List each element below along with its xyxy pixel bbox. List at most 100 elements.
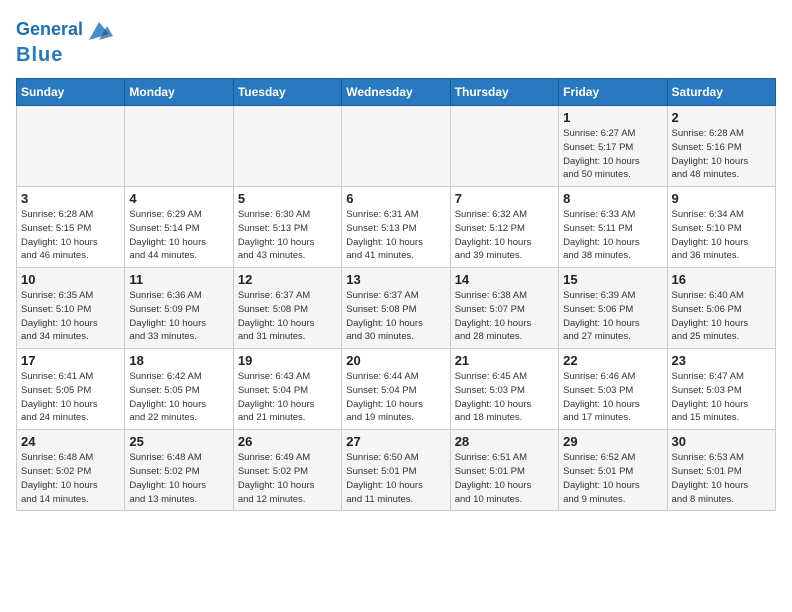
day-info: Sunrise: 6:48 AMSunset: 5:02 PMDaylight:… — [129, 451, 228, 506]
day-number: 3 — [21, 191, 120, 206]
day-number: 29 — [563, 434, 662, 449]
day-info: Sunrise: 6:27 AMSunset: 5:17 PMDaylight:… — [563, 127, 662, 182]
day-info: Sunrise: 6:28 AMSunset: 5:16 PMDaylight:… — [672, 127, 771, 182]
calendar-cell: 21 Sunrise: 6:45 AMSunset: 5:03 PMDayligh… — [450, 349, 558, 430]
calendar-week-4: 17 Sunrise: 6:41 AMSunset: 5:05 PMDayligh… — [17, 349, 776, 430]
day-number: 21 — [455, 353, 554, 368]
day-number: 20 — [346, 353, 445, 368]
calendar-cell: 14 Sunrise: 6:38 AMSunset: 5:07 PMDayligh… — [450, 268, 558, 349]
day-number: 4 — [129, 191, 228, 206]
day-number: 27 — [346, 434, 445, 449]
day-info: Sunrise: 6:52 AMSunset: 5:01 PMDaylight:… — [563, 451, 662, 506]
calendar-cell: 13 Sunrise: 6:37 AMSunset: 5:08 PMDayligh… — [342, 268, 450, 349]
calendar-header: SundayMondayTuesdayWednesdayThursdayFrid… — [17, 79, 776, 106]
day-info: Sunrise: 6:36 AMSunset: 5:09 PMDaylight:… — [129, 289, 228, 344]
day-info: Sunrise: 6:28 AMSunset: 5:15 PMDaylight:… — [21, 208, 120, 263]
day-info: Sunrise: 6:38 AMSunset: 5:07 PMDaylight:… — [455, 289, 554, 344]
day-number: 1 — [563, 110, 662, 125]
day-number: 22 — [563, 353, 662, 368]
calendar-cell: 28 Sunrise: 6:51 AMSunset: 5:01 PMDayligh… — [450, 430, 558, 511]
day-number: 23 — [672, 353, 771, 368]
day-info: Sunrise: 6:30 AMSunset: 5:13 PMDaylight:… — [238, 208, 337, 263]
calendar-cell: 24 Sunrise: 6:48 AMSunset: 5:02 PMDayligh… — [17, 430, 125, 511]
day-number: 9 — [672, 191, 771, 206]
calendar-cell — [342, 106, 450, 187]
logo-text-blue: Blue — [16, 44, 63, 66]
day-info: Sunrise: 6:31 AMSunset: 5:13 PMDaylight:… — [346, 208, 445, 263]
calendar-week-5: 24 Sunrise: 6:48 AMSunset: 5:02 PMDayligh… — [17, 430, 776, 511]
calendar-cell — [233, 106, 341, 187]
calendar-cell: 5 Sunrise: 6:30 AMSunset: 5:13 PMDaylight… — [233, 187, 341, 268]
calendar-cell: 29 Sunrise: 6:52 AMSunset: 5:01 PMDayligh… — [559, 430, 667, 511]
page-header: General Blue — [16, 16, 776, 66]
day-number: 18 — [129, 353, 228, 368]
calendar-cell: 2Sunrise: 6:28 AMSunset: 5:16 PMDaylight… — [667, 106, 775, 187]
day-number: 15 — [563, 272, 662, 287]
day-number: 14 — [455, 272, 554, 287]
logo: General Blue — [16, 16, 113, 66]
calendar-cell: 17 Sunrise: 6:41 AMSunset: 5:05 PMDayligh… — [17, 349, 125, 430]
day-info: Sunrise: 6:53 AMSunset: 5:01 PMDaylight:… — [672, 451, 771, 506]
day-info: Sunrise: 6:37 AMSunset: 5:08 PMDaylight:… — [346, 289, 445, 344]
calendar-cell: 8 Sunrise: 6:33 AMSunset: 5:11 PMDaylight… — [559, 187, 667, 268]
calendar-cell: 9 Sunrise: 6:34 AMSunset: 5:10 PMDaylight… — [667, 187, 775, 268]
day-info: Sunrise: 6:45 AMSunset: 5:03 PMDaylight:… — [455, 370, 554, 425]
day-header-saturday: Saturday — [667, 79, 775, 106]
calendar-cell: 27 Sunrise: 6:50 AMSunset: 5:01 PMDayligh… — [342, 430, 450, 511]
calendar-cell — [17, 106, 125, 187]
calendar-week-3: 10Sunrise: 6:35 AMSunset: 5:10 PMDayligh… — [17, 268, 776, 349]
day-info: Sunrise: 6:32 AMSunset: 5:12 PMDaylight:… — [455, 208, 554, 263]
calendar-cell: 22Sunrise: 6:46 AMSunset: 5:03 PMDayligh… — [559, 349, 667, 430]
day-number: 11 — [129, 272, 228, 287]
calendar-cell — [450, 106, 558, 187]
day-header-monday: Monday — [125, 79, 233, 106]
day-info: Sunrise: 6:51 AMSunset: 5:01 PMDaylight:… — [455, 451, 554, 506]
day-info: Sunrise: 6:34 AMSunset: 5:10 PMDaylight:… — [672, 208, 771, 263]
day-info: Sunrise: 6:33 AMSunset: 5:11 PMDaylight:… — [563, 208, 662, 263]
calendar-cell: 4 Sunrise: 6:29 AMSunset: 5:14 PMDaylight… — [125, 187, 233, 268]
day-number: 13 — [346, 272, 445, 287]
day-number: 16 — [672, 272, 771, 287]
day-header-tuesday: Tuesday — [233, 79, 341, 106]
day-number: 10 — [21, 272, 120, 287]
day-info: Sunrise: 6:41 AMSunset: 5:05 PMDaylight:… — [21, 370, 120, 425]
day-header-wednesday: Wednesday — [342, 79, 450, 106]
day-number: 17 — [21, 353, 120, 368]
day-info: Sunrise: 6:50 AMSunset: 5:01 PMDaylight:… — [346, 451, 445, 506]
calendar-table: SundayMondayTuesdayWednesdayThursdayFrid… — [16, 78, 776, 511]
day-number: 25 — [129, 434, 228, 449]
day-info: Sunrise: 6:42 AMSunset: 5:05 PMDaylight:… — [129, 370, 228, 425]
calendar-cell: 23 Sunrise: 6:47 AMSunset: 5:03 PMDayligh… — [667, 349, 775, 430]
day-info: Sunrise: 6:47 AMSunset: 5:03 PMDaylight:… — [672, 370, 771, 425]
calendar-week-1: 1 Sunrise: 6:27 AMSunset: 5:17 PMDaylight… — [17, 106, 776, 187]
day-number: 8 — [563, 191, 662, 206]
calendar-cell: 3 Sunrise: 6:28 AMSunset: 5:15 PMDaylight… — [17, 187, 125, 268]
day-header-friday: Friday — [559, 79, 667, 106]
day-info: Sunrise: 6:37 AMSunset: 5:08 PMDaylight:… — [238, 289, 337, 344]
calendar-cell: 10Sunrise: 6:35 AMSunset: 5:10 PMDayligh… — [17, 268, 125, 349]
calendar-cell: 11 Sunrise: 6:36 AMSunset: 5:09 PMDayligh… — [125, 268, 233, 349]
day-number: 26 — [238, 434, 337, 449]
logo-icon — [85, 16, 113, 44]
day-number: 28 — [455, 434, 554, 449]
logo-text-general: General — [16, 20, 83, 40]
day-number: 30 — [672, 434, 771, 449]
calendar-cell: 16 Sunrise: 6:40 AMSunset: 5:06 PMDayligh… — [667, 268, 775, 349]
day-info: Sunrise: 6:49 AMSunset: 5:02 PMDaylight:… — [238, 451, 337, 506]
calendar-cell: 12Sunrise: 6:37 AMSunset: 5:08 PMDayligh… — [233, 268, 341, 349]
calendar-cell: 20 Sunrise: 6:44 AMSunset: 5:04 PMDayligh… — [342, 349, 450, 430]
day-info: Sunrise: 6:40 AMSunset: 5:06 PMDaylight:… — [672, 289, 771, 344]
calendar-cell: 6 Sunrise: 6:31 AMSunset: 5:13 PMDaylight… — [342, 187, 450, 268]
calendar-cell: 18 Sunrise: 6:42 AMSunset: 5:05 PMDayligh… — [125, 349, 233, 430]
day-info: Sunrise: 6:29 AMSunset: 5:14 PMDaylight:… — [129, 208, 228, 263]
day-info: Sunrise: 6:44 AMSunset: 5:04 PMDaylight:… — [346, 370, 445, 425]
day-info: Sunrise: 6:39 AMSunset: 5:06 PMDaylight:… — [563, 289, 662, 344]
day-number: 6 — [346, 191, 445, 206]
calendar-cell: 15 Sunrise: 6:39 AMSunset: 5:06 PMDayligh… — [559, 268, 667, 349]
day-number: 5 — [238, 191, 337, 206]
day-number: 24 — [21, 434, 120, 449]
day-info: Sunrise: 6:43 AMSunset: 5:04 PMDaylight:… — [238, 370, 337, 425]
calendar-cell: 26 Sunrise: 6:49 AMSunset: 5:02 PMDayligh… — [233, 430, 341, 511]
day-info: Sunrise: 6:48 AMSunset: 5:02 PMDaylight:… — [21, 451, 120, 506]
calendar-cell: 1 Sunrise: 6:27 AMSunset: 5:17 PMDaylight… — [559, 106, 667, 187]
